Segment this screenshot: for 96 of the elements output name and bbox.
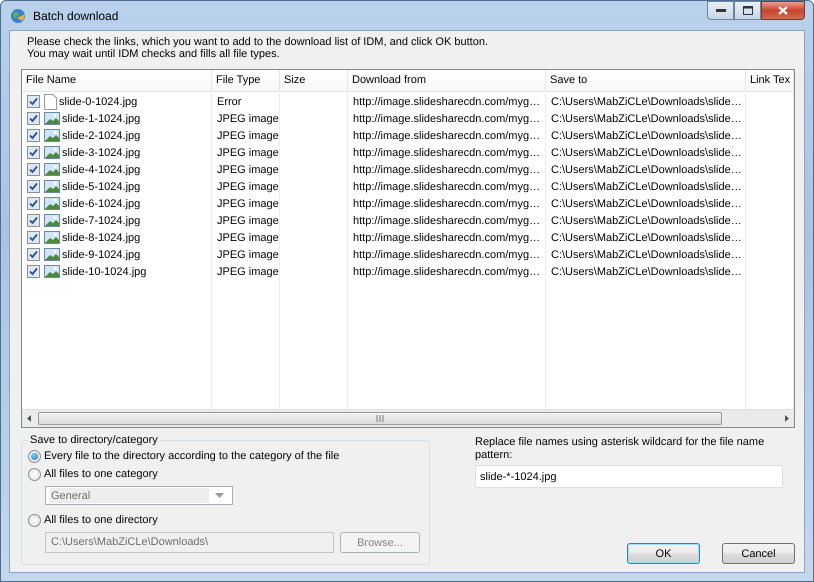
file-name: slide-2-1024.jpg	[62, 130, 140, 142]
download-url: http://image.slidesharecdn.com/myg…	[353, 96, 540, 108]
save-path: C:\Users\MabZiCLe\Downloads\slide…	[551, 180, 742, 192]
file-type: JPEG image	[217, 214, 279, 226]
column-header[interactable]: Download from	[348, 70, 546, 91]
radio-button[interactable]	[28, 514, 41, 526]
checkbox[interactable]	[27, 163, 40, 176]
checkbox[interactable]	[27, 265, 40, 278]
checkbox[interactable]	[27, 248, 40, 261]
file-name: slide-4-1024.jpg	[62, 164, 140, 176]
column-header[interactable]: Size	[280, 70, 348, 91]
save-path: C:\Users\MabZiCLe\Downloads\slide…	[551, 266, 742, 278]
column-header[interactable]: Link Tex	[746, 70, 794, 91]
image-file-icon	[44, 197, 60, 210]
grip-icon	[376, 415, 384, 422]
radio-button[interactable]	[28, 450, 41, 462]
save-path: C:\Users\MabZiCLe\Downloads\slide…	[551, 214, 742, 226]
file-name: slide-0-1024.jpg	[59, 96, 138, 108]
horizontal-scrollbar[interactable]	[22, 409, 794, 427]
file-name: slide-5-1024.jpg	[62, 180, 140, 192]
pattern-field[interactable]: slide-*-1024.jpg	[475, 465, 783, 488]
checkbox[interactable]	[27, 231, 40, 244]
checkbox[interactable]	[27, 214, 40, 227]
file-type: Error	[217, 96, 242, 108]
save-path: C:\Users\MabZiCLe\Downloads\slide…	[551, 248, 742, 260]
download-url: http://image.slidesharecdn.com/myg…	[353, 180, 540, 192]
image-file-icon	[44, 146, 60, 159]
image-file-icon	[44, 112, 60, 125]
globe-icon	[9, 8, 27, 24]
column-header[interactable]: File Type	[212, 70, 280, 91]
file-name: slide-10-1024.jpg	[62, 266, 146, 278]
radio-button[interactable]	[28, 468, 41, 480]
save-path: C:\Users\MabZiCLe\Downloads\slide…	[551, 96, 742, 108]
save-path: C:\Users\MabZiCLe\Downloads\slide…	[551, 146, 742, 158]
image-file-icon	[44, 129, 60, 142]
file-type: JPEG image	[217, 130, 279, 142]
rename-label: Replace file names using asterisk wildcard for the file name pattern:	[475, 436, 766, 462]
download-url: http://image.slidesharecdn.com/myg…	[353, 266, 540, 278]
radio-label[interactable]: All files to one directory	[44, 514, 158, 526]
file-name: slide-9-1024.jpg	[62, 248, 140, 260]
image-file-icon	[44, 231, 60, 244]
file-type: JPEG image	[217, 146, 279, 158]
file-type: JPEG image	[217, 180, 279, 192]
maximize-icon	[742, 6, 752, 15]
file-type: JPEG image	[217, 112, 279, 124]
file-type: JPEG image	[217, 164, 279, 176]
image-file-icon	[44, 214, 60, 227]
checkbox[interactable]	[27, 146, 40, 159]
checkbox[interactable]	[27, 112, 40, 125]
save-path: C:\Users\MabZiCLe\Downloads\slide…	[551, 130, 742, 142]
file-type: JPEG image	[217, 248, 279, 260]
image-file-icon	[44, 248, 60, 261]
minimize-icon	[716, 8, 726, 12]
file-name: slide-8-1024.jpg	[62, 232, 140, 244]
download-url: http://image.slidesharecdn.com/myg…	[353, 112, 540, 124]
download-url: http://image.slidesharecdn.com/myg…	[353, 130, 540, 142]
download-url: http://image.slidesharecdn.com/myg…	[353, 232, 540, 244]
download-url: http://image.slidesharecdn.com/myg…	[353, 198, 540, 210]
checkbox[interactable]	[27, 129, 40, 142]
blank-file-icon	[44, 94, 57, 110]
file-type: JPEG image	[217, 198, 279, 210]
column-header[interactable]: File Name	[22, 70, 212, 91]
dialog-button[interactable]: Cancel	[722, 543, 795, 564]
file-type: JPEG image	[217, 232, 279, 244]
save-path: C:\Users\MabZiCLe\Downloads\slide…	[551, 164, 742, 176]
save-path: C:\Users\MabZiCLe\Downloads\slide…	[551, 198, 742, 210]
minimize-button[interactable]	[707, 1, 734, 20]
file-name: slide-6-1024.jpg	[62, 198, 140, 210]
dropdown-arrow-icon	[215, 493, 224, 498]
dialog-button[interactable]: OK	[627, 543, 700, 564]
radio-label[interactable]: Every file to the directory according to the category of the file	[44, 450, 340, 462]
column-header[interactable]: Save to	[546, 70, 746, 91]
maximize-button[interactable]	[734, 1, 761, 20]
checkbox[interactable]	[27, 95, 40, 108]
file-type: JPEG image	[217, 266, 279, 278]
checkbox[interactable]	[27, 197, 40, 210]
file-name: slide-1-1024.jpg	[62, 112, 140, 124]
download-url: http://image.slidesharecdn.com/myg…	[353, 248, 540, 260]
image-file-icon	[44, 265, 60, 278]
file-name: slide-7-1024.jpg	[62, 214, 140, 226]
instruction-text: You may wait until IDM checks and fills all file types.	[27, 48, 281, 60]
instruction-text: Please check the links, which you want to add to the download list of IDM, and click OK button.	[27, 36, 490, 48]
save-path: C:\Users\MabZiCLe\Downloads\slide…	[551, 112, 742, 124]
close-button[interactable]	[761, 1, 805, 20]
save-path: C:\Users\MabZiCLe\Downloads\slide…	[551, 232, 742, 244]
download-url: http://image.slidesharecdn.com/myg…	[353, 214, 540, 226]
file-name: slide-3-1024.jpg	[62, 146, 140, 158]
image-file-icon	[44, 163, 60, 176]
download-url: http://image.slidesharecdn.com/myg…	[353, 146, 540, 158]
download-url: http://image.slidesharecdn.com/myg…	[353, 164, 540, 176]
checkbox[interactable]	[27, 180, 40, 193]
window-title: Batch download	[33, 8, 118, 22]
group-title: Save to directory/category	[28, 434, 160, 446]
close-icon	[778, 6, 788, 15]
radio-label[interactable]: All files to one category	[44, 468, 158, 480]
image-file-icon	[44, 180, 60, 193]
